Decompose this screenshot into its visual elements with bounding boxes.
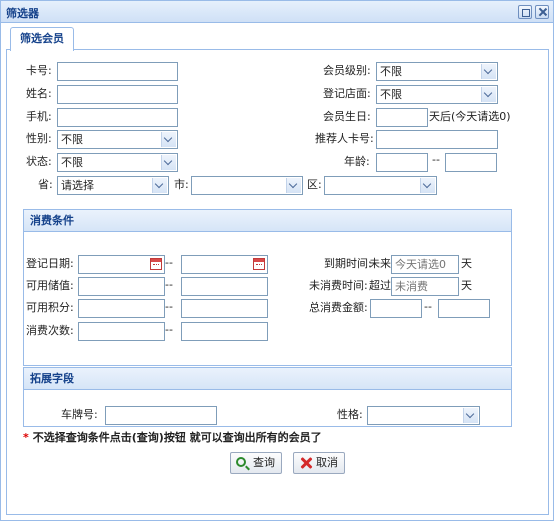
city-label: 市:	[174, 178, 189, 191]
age-max-input[interactable]	[445, 153, 497, 172]
birthday-label: 会员生日:	[323, 110, 371, 123]
tab-filter-members[interactable]: 筛选会员	[10, 27, 74, 51]
level-label: 会员级别:	[323, 64, 371, 77]
expire-suffix: 天	[461, 257, 472, 270]
name-input[interactable]	[57, 85, 178, 104]
query-button-label: 查询	[253, 456, 275, 469]
balance-label: 可用储值:	[26, 279, 74, 292]
search-icon	[236, 457, 246, 467]
calendar-icon[interactable]	[150, 258, 162, 270]
card-no-label: 卡号:	[26, 64, 52, 77]
nospend-days-input[interactable]	[391, 277, 459, 296]
tab-strip: 筛选会员	[6, 25, 549, 51]
required-star: *	[23, 431, 29, 444]
chevron-down-icon	[152, 178, 167, 193]
points-separator: --	[165, 300, 173, 313]
points-min-input[interactable]	[78, 299, 165, 318]
personality-label: 性格:	[337, 408, 363, 421]
province-select[interactable]: 请选择	[57, 176, 169, 195]
extended-group-title: 拓展字段	[24, 368, 511, 390]
total-spend-max-input[interactable]	[438, 299, 490, 318]
chevron-down-icon	[420, 178, 435, 193]
birthday-suffix: 天后(今天请选0)	[429, 110, 511, 123]
consumption-group-title: 消费条件	[24, 210, 511, 232]
province-label: 省:	[38, 178, 53, 191]
card-no-input[interactable]	[57, 62, 178, 81]
level-select[interactable]: 不限	[376, 62, 498, 81]
nospend-prefix: 超过	[369, 279, 391, 292]
count-label: 消费次数:	[26, 324, 74, 337]
close-icon[interactable]	[535, 5, 549, 19]
reg-date-end-input[interactable]	[181, 255, 268, 274]
reg-date-separator: --	[165, 256, 173, 269]
level-value: 不限	[380, 65, 402, 78]
reg-date-start-input[interactable]	[78, 255, 165, 274]
status-value: 不限	[61, 156, 83, 169]
plate-input[interactable]	[105, 406, 217, 425]
birthday-days-input[interactable]	[376, 108, 428, 127]
count-separator: --	[165, 323, 173, 336]
hint-text: 不选择查询条件点击(查询)按钮 就可以查询出所有的会员了	[32, 431, 322, 444]
points-label: 可用积分:	[26, 301, 74, 314]
status-label: 状态:	[26, 155, 52, 168]
cancel-button-label: 取消	[316, 456, 338, 469]
cancel-x-icon	[299, 456, 313, 470]
chevron-down-icon	[286, 178, 301, 193]
nospend-label: 未消费时间:	[309, 279, 368, 292]
chevron-down-icon	[481, 87, 496, 102]
store-select[interactable]: 不限	[376, 85, 498, 104]
store-value: 不限	[380, 88, 402, 101]
gender-value: 不限	[61, 133, 83, 146]
chevron-down-icon	[161, 132, 176, 147]
city-select[interactable]	[191, 176, 303, 195]
title-bar: 筛选器	[1, 1, 553, 23]
district-select[interactable]	[324, 176, 437, 195]
referrer-label: 推荐人卡号:	[315, 132, 374, 145]
calendar-icon[interactable]	[253, 258, 265, 270]
total-spend-separator: --	[424, 300, 432, 313]
gender-select[interactable]: 不限	[57, 130, 178, 149]
chevron-down-icon	[481, 64, 496, 79]
cancel-button[interactable]: 取消	[293, 452, 345, 474]
phone-label: 手机:	[26, 110, 52, 123]
hint-note: * 不选择查询条件点击(查询)按钮 就可以查询出所有的会员了	[23, 429, 322, 445]
restore-icon[interactable]	[518, 5, 532, 19]
expire-days-input[interactable]	[391, 255, 459, 274]
balance-separator: --	[165, 278, 173, 291]
balance-min-input[interactable]	[78, 277, 165, 296]
balance-max-input[interactable]	[181, 277, 268, 296]
phone-input[interactable]	[57, 108, 178, 127]
reg-date-label: 登记日期:	[26, 257, 74, 270]
store-label: 登记店面:	[323, 87, 371, 100]
age-label: 年龄:	[344, 155, 370, 168]
total-spend-min-input[interactable]	[370, 299, 422, 318]
province-value: 请选择	[61, 179, 94, 192]
expire-prefix: 未来	[369, 257, 391, 270]
points-max-input[interactable]	[181, 299, 268, 318]
personality-select[interactable]	[367, 406, 480, 425]
status-select[interactable]: 不限	[57, 153, 178, 172]
gender-label: 性别:	[26, 132, 52, 145]
district-label: 区:	[307, 178, 322, 191]
referrer-input[interactable]	[376, 130, 498, 149]
count-max-input[interactable]	[181, 322, 268, 341]
window-title: 筛选器	[6, 7, 39, 20]
total-spend-label: 总消费金额:	[309, 301, 368, 314]
age-separator: --	[432, 153, 440, 166]
filter-window: 筛选器 筛选会员 卡号: 姓名: 手机: 性别: 不限 状态: 不限 会员级别:…	[0, 0, 554, 521]
query-button[interactable]: 查询	[230, 452, 282, 474]
age-min-input[interactable]	[376, 153, 428, 172]
name-label: 姓名:	[26, 87, 52, 100]
plate-label: 车牌号:	[61, 408, 98, 421]
expire-label: 到期时间:	[324, 257, 372, 270]
nospend-suffix: 天	[461, 279, 472, 292]
count-min-input[interactable]	[78, 322, 165, 341]
chevron-down-icon	[463, 408, 478, 423]
chevron-down-icon	[161, 155, 176, 170]
